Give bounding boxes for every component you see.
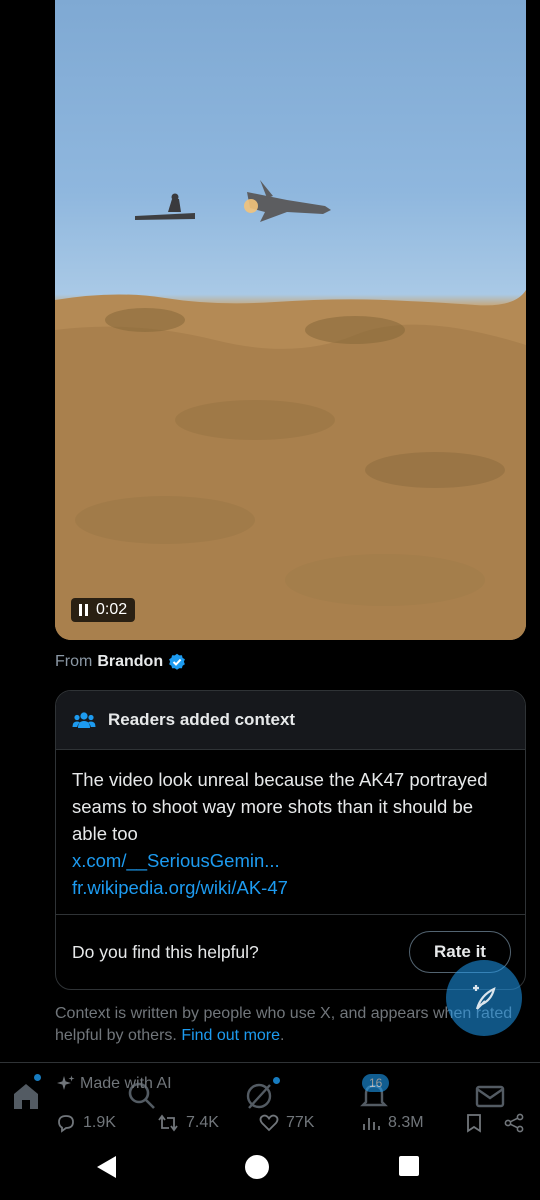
video-frame xyxy=(55,180,526,640)
sparkle-icon xyxy=(57,1075,75,1090)
video-timestamp: 0:02 xyxy=(96,601,128,618)
messages-envelope-icon[interactable] xyxy=(474,1080,506,1112)
compose-button[interactable] xyxy=(446,960,522,1036)
recents-square-icon[interactable] xyxy=(398,1155,420,1177)
feather-plus-icon xyxy=(473,985,496,1010)
note-source-link-2[interactable]: fr.wikipedia.org/wiki/AK-47 xyxy=(72,874,509,901)
bottom-divider xyxy=(0,1062,540,1063)
community-note-card: Readers added context The video look unr… xyxy=(55,690,526,990)
back-triangle-icon[interactable] xyxy=(94,1154,120,1180)
video-player[interactable]: 0:02 xyxy=(55,0,526,640)
community-note-body: The video look unreal because the AK47 p… xyxy=(56,750,525,915)
share-icon[interactable] xyxy=(503,1112,525,1134)
verified-badge-icon xyxy=(169,653,186,670)
grok-notification-dot xyxy=(273,1077,280,1084)
notifications-count-badge: 16 xyxy=(362,1074,390,1092)
source-prefix: From xyxy=(55,653,93,670)
bookmark-icon[interactable] xyxy=(463,1112,485,1134)
community-note-header: Readers added context xyxy=(56,691,525,750)
grok-icon[interactable] xyxy=(243,1080,275,1112)
reply-icon xyxy=(58,1115,74,1133)
home-notification-dot xyxy=(34,1074,41,1081)
helpful-question: Do you find this helpful? xyxy=(72,941,259,962)
community-note-title: Readers added context xyxy=(108,710,296,729)
source-attribution: From Brandon xyxy=(55,653,186,671)
repost-button[interactable]: 7.4K xyxy=(156,1112,219,1134)
made-with-ai-text: Made with AI xyxy=(80,1075,172,1092)
people-icon xyxy=(72,712,96,728)
pause-icon xyxy=(79,604,88,616)
source-author[interactable]: Brandon xyxy=(97,653,163,671)
note-source-link-1[interactable]: x.com/__SeriousGemin... xyxy=(72,847,509,874)
heart-icon xyxy=(259,1114,279,1132)
rider-illustration xyxy=(135,193,195,220)
community-note-text: The video look unreal because the AK47 p… xyxy=(72,769,488,844)
home-icon[interactable] xyxy=(10,1080,42,1112)
view-count: 8.3M xyxy=(388,1114,424,1131)
analytics-icon xyxy=(363,1118,380,1130)
reply-count: 1.9K xyxy=(83,1114,116,1131)
views-button[interactable]: 8.3M xyxy=(360,1112,424,1134)
post-actions-bar: 1.9K 7.4K 77K 8.3M xyxy=(55,1112,525,1140)
video-time-badge[interactable]: 0:02 xyxy=(71,598,136,622)
find-out-more-link[interactable]: Find out more xyxy=(181,1027,280,1044)
repost-icon xyxy=(158,1114,178,1132)
made-with-ai-label: Made with AI xyxy=(56,1074,172,1094)
repost-count: 7.4K xyxy=(186,1114,219,1131)
disclaimer-end: . xyxy=(280,1027,285,1044)
like-count: 77K xyxy=(286,1114,315,1131)
home-circle-icon[interactable] xyxy=(244,1154,270,1180)
jet-illustration xyxy=(244,180,331,222)
system-navigation-bar xyxy=(0,1140,540,1200)
like-button[interactable]: 77K xyxy=(258,1112,314,1134)
reply-button[interactable]: 1.9K xyxy=(55,1112,116,1134)
